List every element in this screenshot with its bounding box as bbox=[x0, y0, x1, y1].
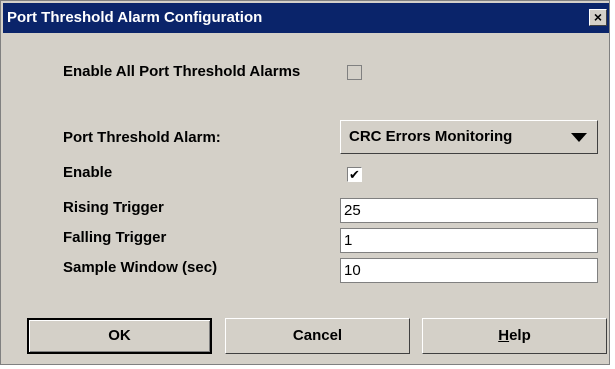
close-button[interactable]: × bbox=[589, 9, 607, 26]
chevron-down-icon bbox=[571, 133, 587, 142]
sample-window-label: Sample Window (sec) bbox=[63, 259, 218, 276]
enable-checkbox[interactable]: ✔ bbox=[347, 167, 362, 182]
rising-trigger-label: Rising Trigger bbox=[63, 199, 164, 216]
rising-trigger-input[interactable]: 25 bbox=[340, 198, 598, 223]
enable-all-alarms-checkbox[interactable] bbox=[347, 65, 362, 80]
port-threshold-alarm-dropdown[interactable]: CRC Errors Monitoring bbox=[340, 120, 598, 154]
cancel-button[interactable]: Cancel bbox=[225, 318, 410, 354]
enable-all-alarms-label: Enable All Port Threshold Alarms bbox=[63, 63, 301, 80]
port-threshold-alarm-selected: CRC Errors Monitoring bbox=[349, 128, 513, 145]
title-bar[interactable]: Port Threshold Alarm Configuration × bbox=[3, 3, 609, 33]
falling-trigger-input[interactable]: 1 bbox=[340, 228, 598, 253]
falling-trigger-label: Falling Trigger bbox=[63, 229, 167, 246]
close-icon: × bbox=[593, 9, 603, 25]
checkmark-icon: ✔ bbox=[349, 167, 360, 182]
help-button[interactable]: Help bbox=[422, 318, 607, 354]
enable-label: Enable bbox=[63, 164, 113, 181]
sample-window-input[interactable]: 10 bbox=[340, 258, 598, 283]
ok-button[interactable]: OK bbox=[27, 318, 212, 354]
port-threshold-alarm-dialog: Port Threshold Alarm Configuration × Ena… bbox=[0, 0, 610, 365]
window-title: Port Threshold Alarm Configuration bbox=[7, 9, 263, 26]
port-threshold-alarm-label: Port Threshold Alarm: bbox=[63, 129, 221, 146]
